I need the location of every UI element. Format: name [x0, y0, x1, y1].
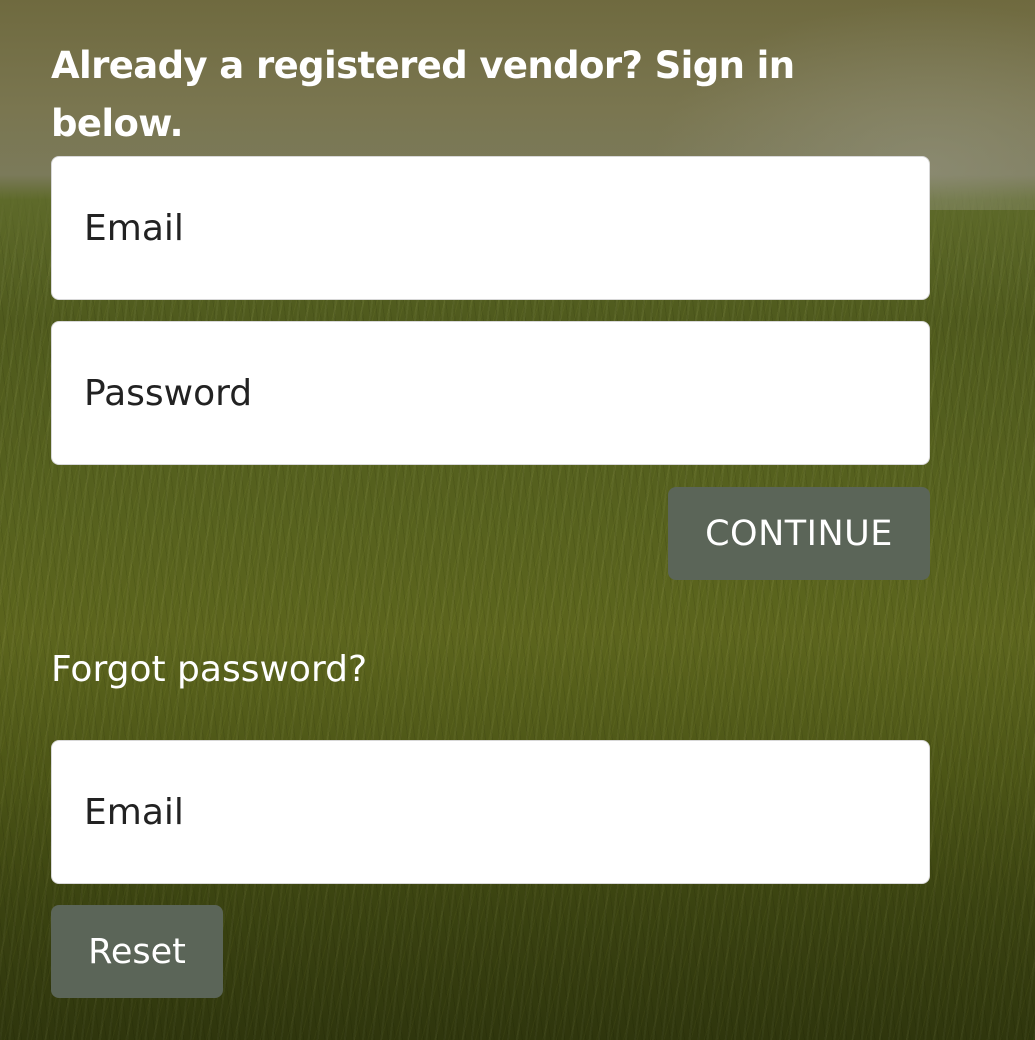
signin-password-input[interactable] [51, 321, 930, 465]
forgot-password-heading: Forgot password? [51, 649, 368, 690]
reset-email-input[interactable] [51, 740, 930, 884]
continue-button[interactable]: CONTINUE [668, 487, 930, 580]
signin-heading: Already a registered vendor? Sign in bel… [51, 44, 795, 145]
reset-button[interactable]: Reset [51, 905, 223, 998]
signin-email-input[interactable] [51, 156, 930, 300]
